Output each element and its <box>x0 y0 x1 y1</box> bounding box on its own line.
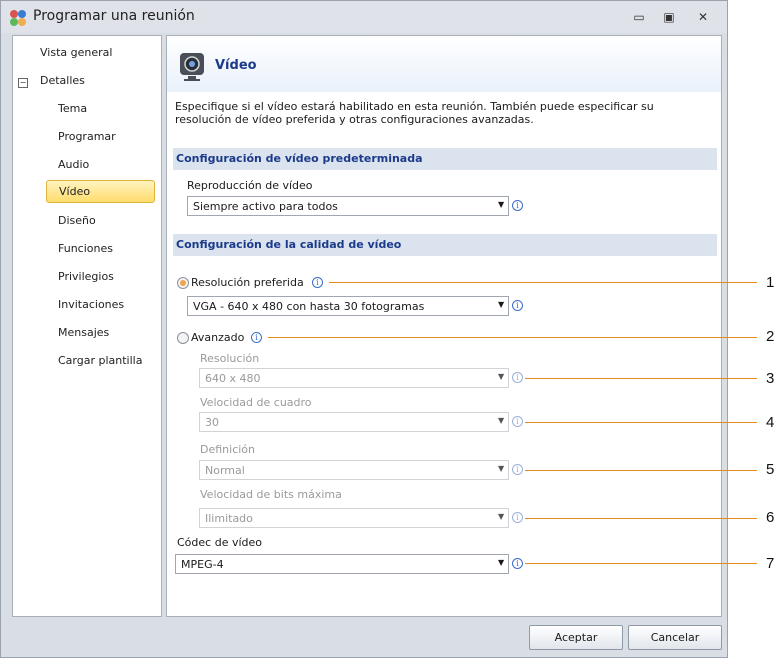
info-icon[interactable]: i <box>512 416 523 427</box>
chevron-down-icon[interactable]: ▼ <box>498 512 504 521</box>
section-video-quality: Configuración de la calidad de vídeo <box>173 234 717 256</box>
framerate-select[interactable]: 30 <box>199 412 509 432</box>
preferred-resolution-label: Resolución preferida <box>191 276 304 289</box>
sidebar-nav: Vista general − Detalles Tema Programar … <box>12 35 162 617</box>
advanced-radio[interactable] <box>177 332 189 344</box>
info-icon[interactable]: i <box>512 464 523 475</box>
preferred-resolution-select[interactable]: VGA - 640 x 480 con hasta 30 fotogramas <box>187 296 509 316</box>
section-default-video: Configuración de vídeo predeterminada <box>173 148 717 170</box>
info-icon[interactable]: i <box>512 200 523 211</box>
info-icon[interactable]: i <box>312 277 323 288</box>
advanced-label: Avanzado <box>191 331 245 344</box>
callout-number: 3 <box>766 370 775 387</box>
sidebar-item-detalles[interactable]: Detalles <box>40 74 85 87</box>
sidebar-item-funciones[interactable]: Funciones <box>58 242 113 255</box>
info-icon[interactable]: i <box>251 332 262 343</box>
callout-line <box>525 470 757 471</box>
callout-line <box>525 518 757 519</box>
callout-line <box>268 337 757 338</box>
resolution-value: 640 x 480 <box>205 372 261 385</box>
callout-number: 2 <box>766 328 775 345</box>
info-icon[interactable]: i <box>512 372 523 383</box>
definition-label: Definición <box>200 443 255 456</box>
close-icon[interactable]: ✕ <box>692 8 714 26</box>
collapse-icon[interactable]: − <box>18 78 28 88</box>
codec-value: MPEG-4 <box>181 558 224 571</box>
info-icon[interactable]: i <box>512 300 523 311</box>
playback-select[interactable]: Siempre activo para todos <box>187 196 509 216</box>
title-bar: Programar una reunión ▭ ▣ ✕ <box>1 1 727 33</box>
maximize-icon[interactable]: ▣ <box>658 8 680 26</box>
sidebar-item-programar[interactable]: Programar <box>58 130 116 143</box>
sidebar-item-video[interactable]: Vídeo <box>46 180 155 203</box>
app-logo-icon <box>10 10 26 26</box>
description-text: Especifique si el vídeo estará habilitad… <box>175 100 654 126</box>
chevron-down-icon[interactable]: ▼ <box>498 416 504 425</box>
window-title: Programar una reunión <box>33 8 195 24</box>
bitrate-select[interactable]: Ilimitado <box>199 508 509 528</box>
dialog-window: Programar una reunión ▭ ▣ ✕ Vista genera… <box>0 0 728 658</box>
chevron-down-icon[interactable]: ▼ <box>498 300 504 309</box>
info-icon[interactable]: i <box>512 512 523 523</box>
webcam-icon <box>180 53 204 81</box>
chevron-down-icon[interactable]: ▼ <box>498 558 504 567</box>
accept-button[interactable]: Aceptar <box>529 625 623 650</box>
minimize-icon[interactable]: ▭ <box>628 8 650 26</box>
page-title: Vídeo <box>215 58 257 73</box>
framerate-label: Velocidad de cuadro <box>200 396 312 409</box>
bitrate-value: Ilimitado <box>205 512 253 525</box>
callout-number: 1 <box>766 274 775 291</box>
resolution-label: Resolución <box>200 352 260 365</box>
chevron-down-icon[interactable]: ▼ <box>498 464 504 473</box>
sidebar-item-privilegios[interactable]: Privilegios <box>58 270 114 283</box>
preferred-resolution-radio[interactable] <box>177 277 189 289</box>
sidebar-item-audio[interactable]: Audio <box>58 158 89 171</box>
definition-select[interactable]: Normal <box>199 460 509 480</box>
codec-label: Códec de vídeo <box>177 536 262 549</box>
sidebar-item-diseno[interactable]: Diseño <box>58 214 96 227</box>
callout-line <box>525 563 757 564</box>
callout-number: 5 <box>766 461 775 478</box>
codec-select[interactable]: MPEG-4 <box>175 554 509 574</box>
panel-header: Vídeo <box>167 36 721 92</box>
sidebar-item-vista-general[interactable]: Vista general <box>40 46 112 59</box>
preferred-resolution-value: VGA - 640 x 480 con hasta 30 fotogramas <box>193 300 425 313</box>
sidebar-item-mensajes[interactable]: Mensajes <box>58 326 109 339</box>
cancel-button[interactable]: Cancelar <box>628 625 722 650</box>
callout-line <box>525 378 757 379</box>
callout-number: 6 <box>766 509 775 526</box>
callout-number: 7 <box>766 555 775 572</box>
info-icon[interactable]: i <box>512 558 523 569</box>
definition-value: Normal <box>205 464 245 477</box>
resolution-select[interactable]: 640 x 480 <box>199 368 509 388</box>
framerate-value: 30 <box>205 416 219 429</box>
sidebar-item-invitaciones[interactable]: Invitaciones <box>58 298 124 311</box>
bitrate-label: Velocidad de bits máxima <box>200 488 342 501</box>
video-settings-panel: Vídeo Especifique si el vídeo estará hab… <box>166 35 722 617</box>
callout-line <box>525 422 757 423</box>
chevron-down-icon[interactable]: ▼ <box>498 200 504 209</box>
callout-line <box>329 282 757 283</box>
playback-value: Siempre activo para todos <box>193 200 338 213</box>
sidebar-item-tema[interactable]: Tema <box>58 102 87 115</box>
playback-label: Reproducción de vídeo <box>187 179 313 192</box>
sidebar-item-cargar-plantilla[interactable]: Cargar plantilla <box>58 354 142 367</box>
callout-number: 4 <box>766 414 775 431</box>
chevron-down-icon[interactable]: ▼ <box>498 372 504 381</box>
